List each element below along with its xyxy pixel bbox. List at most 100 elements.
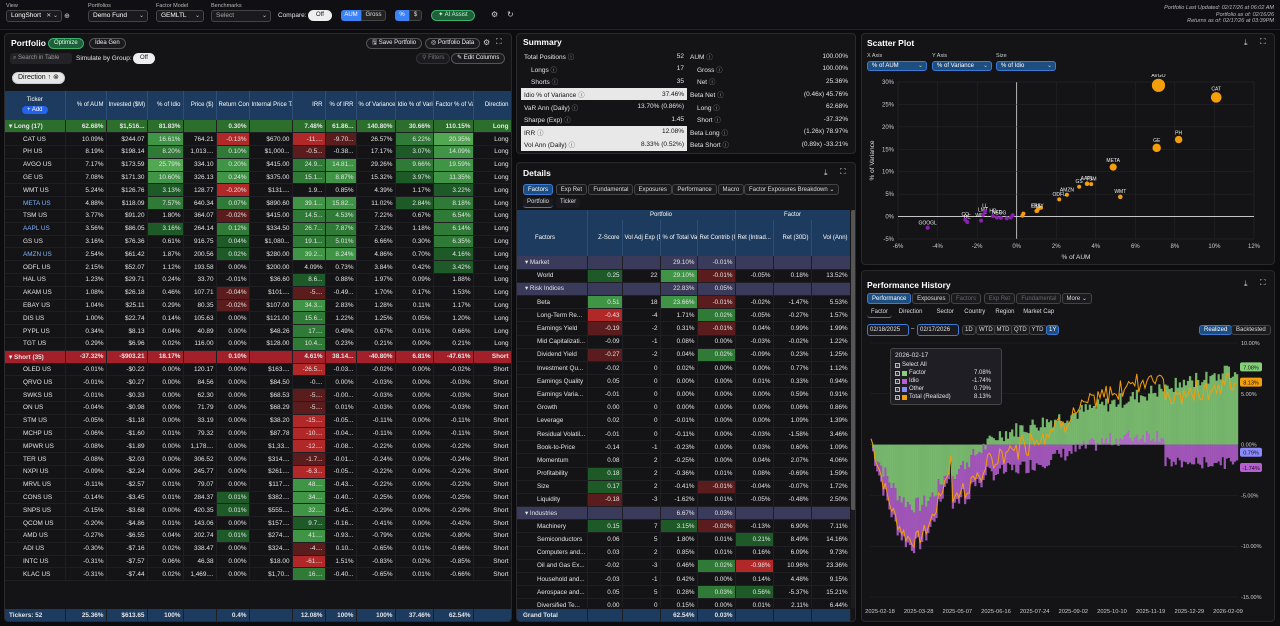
column-header[interactable]: % of Idio	[147, 91, 184, 120]
backtested-button[interactable]: Backtested	[1231, 325, 1271, 335]
performance-tab[interactable]: Exposures	[912, 293, 951, 304]
table-row[interactable]: META US 4.88% $118.09 7.57% 640.34 0.07% $890.…	[5, 196, 511, 211]
details-column-header[interactable]: Ret (Intrad...	[735, 220, 774, 256]
scatter-point[interactable]	[1077, 184, 1082, 189]
expand-icon[interactable]: ⛶	[1260, 37, 1266, 47]
idea-gen-button[interactable]: Idea Gen	[89, 38, 126, 49]
clear-icon[interactable]: ✕ ⌄	[46, 11, 58, 21]
table-row[interactable]: NXPI US -0.09% -$2.24 0.00% 245.77 0.00% $261.…	[5, 465, 511, 479]
percent-button[interactable]: %	[395, 10, 409, 21]
info-icon[interactable]: ⓘ	[570, 105, 579, 112]
ticker-cell[interactable]: DIS US	[5, 311, 66, 326]
table-row[interactable]: AKAM US 1.08% $26.18 0.46% 107.71 -0.04% $101.…	[5, 286, 511, 300]
factor-row[interactable]: Household and... -0.03 -1 0.42% 0.00% 0.14% 4.…	[517, 572, 850, 587]
date-to-input[interactable]: 02/17/2026	[917, 324, 959, 336]
download-icon[interactable]: ⤓	[824, 168, 828, 178]
details-tab[interactable]: Exp Ret	[555, 184, 588, 195]
ticker-cell[interactable]: PH US	[5, 145, 66, 159]
performance-tab[interactable]: Exp Ret	[983, 293, 1016, 304]
benchmarks-select[interactable]: Select ⌄	[211, 10, 271, 22]
range-button[interactable]: YTD	[1028, 325, 1047, 335]
factor-row[interactable]: World 0.25 22 29.10% -0.01% -0.05% 0.18% 13.52%	[517, 269, 850, 283]
ticker-cell[interactable]: GE US	[5, 171, 66, 185]
table-row[interactable]: ODFL US 2.15% $52.07 1.12% 193.58 0.00% $200.0…	[5, 260, 511, 275]
info-icon[interactable]: ⓘ	[576, 92, 585, 99]
details-column-header[interactable]: Vol (Ann)	[811, 220, 850, 256]
table-row[interactable]: WMT US 5.24% $126.76 3.13% 128.77 -0.20% $131.…	[5, 183, 511, 198]
scatter-point[interactable]	[1109, 163, 1117, 171]
scatter-point[interactable]	[979, 218, 984, 223]
factor-row[interactable]: Earnings Quality 0.05 0 0.00% 0.00% 0.01% 0.33…	[517, 374, 850, 389]
edit-columns-button[interactable]: ✎ Edit Columns	[451, 53, 506, 64]
realized-button[interactable]: Realized	[1199, 325, 1233, 335]
details-column-header[interactable]: % of Total Variance	[660, 220, 698, 256]
ticker-cell[interactable]: META US	[5, 196, 66, 211]
short-group-row[interactable]: ▾ Short (35) -37.32% -$903.21 18.17% 0.10% 4.…	[5, 350, 511, 364]
ticker-cell[interactable]: QCOM US	[5, 516, 66, 530]
size-select[interactable]: % of Idio ⌄	[996, 61, 1056, 71]
table-row[interactable]: PYPL US 0.34% $8.13 0.04% 40.89 0.00% $48.26 17…	[5, 324, 511, 339]
date-from-input[interactable]: 02/18/2025	[867, 324, 909, 336]
column-header[interactable]: IRR	[292, 91, 326, 120]
ticker-cell[interactable]: AAPL US	[5, 222, 66, 236]
ticker-cell[interactable]: AMD US	[5, 529, 66, 543]
column-header[interactable]: Idio % of Variance	[395, 91, 434, 120]
scatter-point[interactable]	[1004, 216, 1009, 221]
table-row[interactable]: CONS US -0.14% -$3.45 0.01% 284.37 0.01% $382.…	[5, 491, 511, 505]
ticker-cell[interactable]: ODFL US	[5, 260, 66, 275]
table-row[interactable]: TER US -0.08% -$2.03 0.00% 306.52 0.00% $314..…	[5, 452, 511, 467]
details-scrollbar[interactable]	[851, 210, 855, 608]
gross-button[interactable]: Gross	[361, 10, 386, 21]
direction-sort-chip[interactable]: Direction ↑ ⊗	[12, 72, 65, 84]
long-group-row[interactable]: ▾ Long (17) 62.68% $1,516... 81.83% 0.30% 7.4…	[5, 120, 511, 134]
table-row[interactable]: ADI US -0.30% -$7.16 0.02% 338.47 0.00% $324..…	[5, 542, 511, 556]
ticker-cell[interactable]: OLED US	[5, 363, 66, 377]
info-icon[interactable]: ⓘ	[715, 92, 724, 99]
column-header[interactable]: Direction	[473, 91, 511, 120]
factor-row[interactable]: Momentum 0.08 2 -0.25% 0.00% 0.04% 2.07% 4.06%	[517, 453, 850, 468]
details-tab[interactable]: Factor Exposures Breakdown ⌄	[744, 184, 840, 195]
factor-group-row[interactable]: ▾ Industries 6.67% 0.03%	[517, 506, 850, 521]
table-row[interactable]: OLED US -0.01% -$0.22 0.00% 120.17 0.00% $163.…	[5, 363, 511, 377]
column-header[interactable]: % of AUM	[65, 91, 107, 120]
info-icon[interactable]: ⓘ	[535, 130, 544, 137]
info-icon[interactable]: ⓘ	[704, 54, 713, 61]
details-tab[interactable]: Performance	[672, 184, 717, 195]
tooltip-item[interactable]: ✓ Other 0.79%	[895, 385, 997, 393]
factor-group-row[interactable]: ▾ Market 29.10% -0.01%	[517, 256, 850, 270]
scatter-point[interactable]	[1210, 92, 1222, 103]
compare-toggle[interactable]: Off	[308, 10, 332, 21]
info-icon[interactable]: ⓘ	[549, 67, 558, 74]
factor-row[interactable]: Diversified Te... 0.00 0 0.15% 0.00% 0.01% 2.1…	[517, 598, 850, 608]
table-row[interactable]: DIS US 1.00% $22.74 0.14% 105.63 0.00% $121.00…	[5, 311, 511, 326]
performance-subtab[interactable]: Country	[960, 308, 989, 318]
details-subtab[interactable]: Portfolio	[523, 198, 554, 208]
x-axis-select[interactable]: % of AUM ⌄	[867, 61, 927, 71]
scatter-chart[interactable]: -6% -4% -2% 0% 2% 4% 6% 8% 10% 12% -5% 0% 5% 10% 15% 20…	[862, 74, 1274, 264]
ticker-cell[interactable]: MPWR US	[5, 439, 66, 454]
table-row[interactable]: TGT US 0.29% $6.96 0.02% 116.00 0.00% $128.00 1…	[5, 337, 511, 351]
factor-row[interactable]: Profitability 0.18 2 -0.36% 0.01% 0.08% -0.69%…	[517, 467, 850, 481]
table-row[interactable]: MRVL US -0.11% -$2.57 0.01% 79.07 0.00% $117..…	[5, 478, 511, 492]
expand-icon[interactable]: ⛶	[1260, 278, 1266, 288]
table-row[interactable]: CAT US 10.09% $244.07 16.61% 764.21 -0.13% $67…	[5, 132, 511, 147]
range-button[interactable]: 1Y	[1046, 325, 1060, 335]
factor-row[interactable]: Earnings Varia... -0.01 0 0.00% 0.00% 0.00% 0.…	[517, 387, 850, 402]
info-icon[interactable]: ⓘ	[562, 117, 571, 124]
scatter-point[interactable]	[1010, 213, 1015, 218]
search-input[interactable]: ⌕ Search in Table	[10, 53, 72, 64]
ticker-header[interactable]: Ticker + Add	[5, 91, 66, 120]
ticker-cell[interactable]: AKAM US	[5, 286, 66, 300]
ticker-cell[interactable]: ADI US	[5, 542, 66, 556]
table-row[interactable]: AAPL US 3.56% $86.05 3.16% 264.14 0.12% $334.5…	[5, 222, 511, 236]
table-row[interactable]: AMZN US 2.54% $61.42 1.87% 200.56 0.02% $280.0…	[5, 247, 511, 262]
table-row[interactable]: STM US -0.05% -$1.18 0.00% 33.19 0.00% $38.20-…	[5, 414, 511, 428]
optimize-button[interactable]: Optimize	[48, 38, 84, 49]
performance-subtab[interactable]: Factor	[867, 308, 893, 318]
scatter-point[interactable]	[1174, 135, 1183, 144]
portfolio-data-button[interactable]: ◎ Portfolio Data	[425, 38, 481, 49]
column-header[interactable]: Factor % of Variance	[433, 91, 474, 120]
table-row[interactable]: HAL US 1.23% $29.71 0.24% 33.70 -0.01% $36.60 8…	[5, 273, 511, 287]
column-header[interactable]: % of IRR	[325, 91, 357, 120]
ticker-cell[interactable]: MRVL US	[5, 478, 66, 492]
